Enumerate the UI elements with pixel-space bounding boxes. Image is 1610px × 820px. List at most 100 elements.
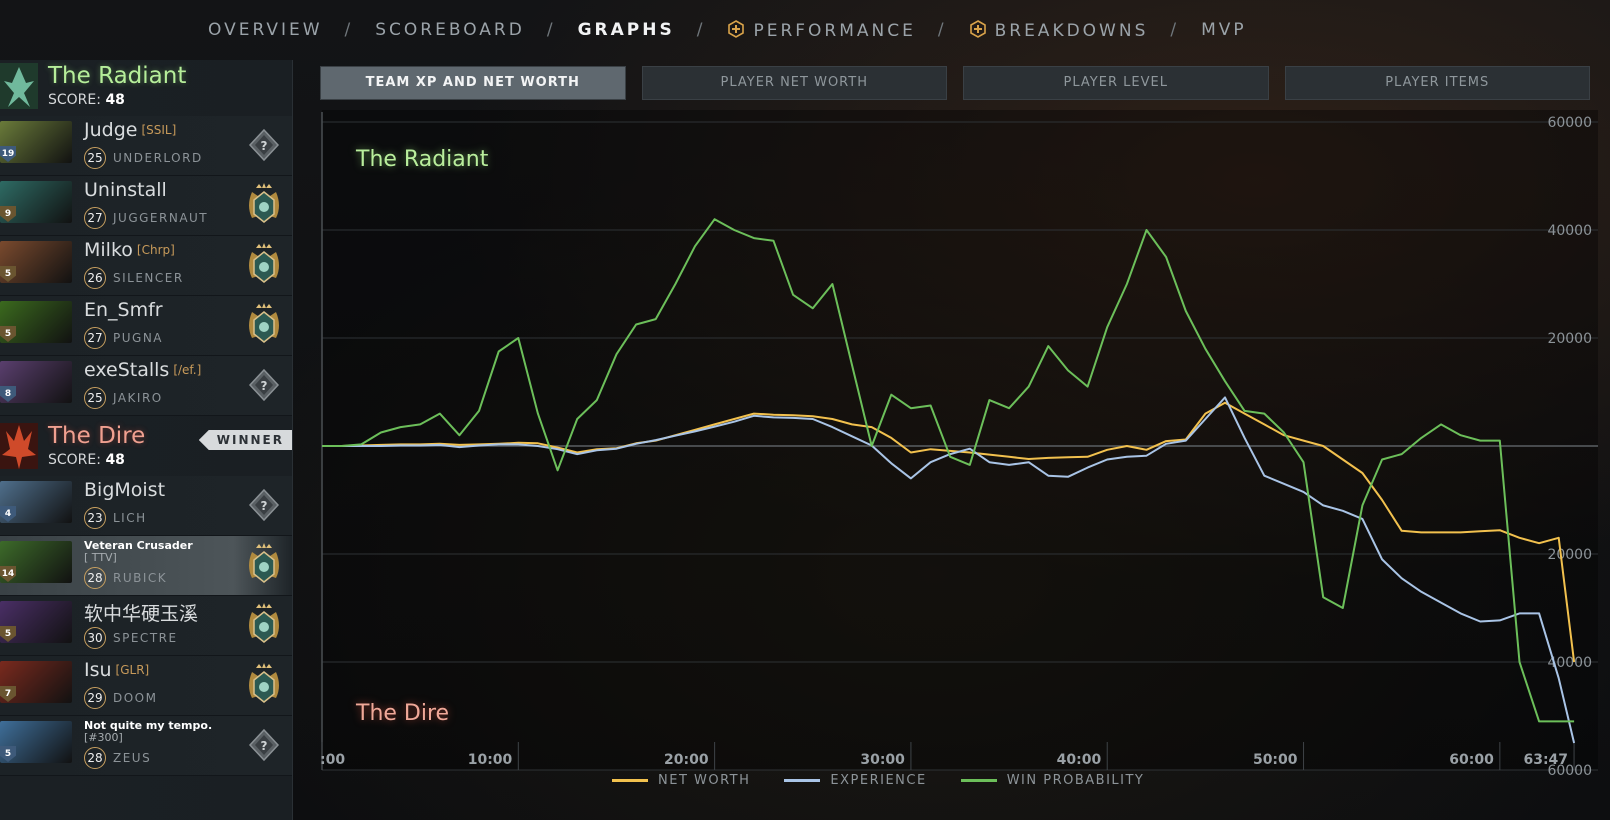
unknown-rank-icon: ? bbox=[248, 368, 280, 402]
player-row[interactable]: 5 软中华硬玉溪 30 SPECTRE bbox=[0, 596, 292, 656]
y-tick-label: 20000 bbox=[1547, 331, 1592, 347]
y-tick-label: 20000 bbox=[1547, 547, 1592, 563]
hero-name: JUGGERNAUT bbox=[113, 211, 209, 225]
radiant-header: The Radiant SCORE: 48 bbox=[0, 60, 292, 116]
immortal-rank-icon bbox=[249, 663, 279, 703]
immortal-rank-icon bbox=[249, 543, 279, 583]
nav-overview[interactable]: OVERVIEW bbox=[208, 20, 323, 40]
tab-player-net-worth[interactable]: PLAYER NET WORTH bbox=[641, 66, 947, 100]
legend-label: EXPERIENCE bbox=[830, 773, 927, 788]
hero-level: 25 bbox=[84, 147, 106, 169]
tab-player-level[interactable]: PLAYER LEVEL bbox=[963, 66, 1269, 100]
hero-name: DOOM bbox=[113, 691, 158, 705]
player-name: Veteran Crusader[ TTV] bbox=[84, 539, 193, 564]
legend-label: WIN PROBABILITY bbox=[1006, 773, 1145, 788]
legend-item: EXPERIENCE bbox=[784, 773, 926, 788]
nav-breakdowns[interactable]: BREAKDOWNS bbox=[969, 19, 1149, 41]
svg-text:?: ? bbox=[261, 499, 268, 513]
unknown-rank-icon: ? bbox=[248, 728, 280, 762]
nav-graphs[interactable]: GRAPHS bbox=[578, 20, 675, 40]
player-row[interactable]: 5 En_Smfr 27 PUGNA bbox=[0, 296, 292, 356]
nav-label: OVERVIEW bbox=[208, 20, 323, 40]
player-row[interactable]: 5 Not quite my tempo. [#300] 28 ZEUS? bbox=[0, 716, 292, 776]
hero-name: JAKIRO bbox=[113, 391, 163, 405]
player-row[interactable]: 5 Milko [Chrp] 26 SILENCER bbox=[0, 236, 292, 296]
hero-name: ZEUS bbox=[113, 751, 152, 765]
x-tick-label: 30:00 bbox=[860, 752, 905, 768]
winner-badge: WINNER bbox=[198, 430, 292, 450]
hero-level: 23 bbox=[84, 507, 106, 529]
y-tick-label: 40000 bbox=[1547, 223, 1592, 239]
hero-level: 27 bbox=[84, 327, 106, 349]
svg-text:?: ? bbox=[261, 379, 268, 393]
immortal-rank-icon bbox=[249, 183, 279, 223]
player-team-tag: [#300] bbox=[84, 731, 123, 744]
hero-level: 29 bbox=[84, 687, 106, 709]
radiant-player-list: 19 Judge [SSIL] 25 UNDERLORD? 9 Uninstall 27 JUG… bbox=[0, 116, 292, 416]
hero-level: 30 bbox=[84, 627, 106, 649]
hero-name: UNDERLORD bbox=[113, 151, 203, 165]
nav-mvp[interactable]: MVP bbox=[1201, 20, 1247, 40]
hero-name: LICH bbox=[113, 511, 147, 525]
nav-performance[interactable]: PERFORMANCE bbox=[727, 19, 915, 41]
team-advantage-chart: 600004000020000200004000060000:00 10:00 20… bbox=[320, 110, 1598, 779]
player-name: Isu [GLR] bbox=[84, 659, 150, 681]
nav-separator: / bbox=[546, 20, 556, 40]
x-tick-label: 50:00 bbox=[1253, 752, 1298, 768]
dire-team-icon bbox=[0, 423, 38, 469]
dire-header: The Dire SCORE: 48 WINNER bbox=[0, 420, 292, 476]
player-name: Milko [Chrp] bbox=[84, 239, 175, 261]
radiant-score: SCORE: 48 bbox=[48, 92, 125, 108]
chart-legend: NET WORTH EXPERIENCE WIN PROBABILITY bbox=[612, 773, 1144, 788]
y-tick-label: 60000 bbox=[1547, 115, 1592, 131]
x-tick-label: 40:00 bbox=[1057, 752, 1102, 768]
dire-player-list: 4 BigMoist 23 LICH? 14 Veteran Crusader[ TTV]… bbox=[0, 476, 292, 776]
player-name: Not quite my tempo. [#300] bbox=[84, 719, 213, 744]
dire-score: SCORE: 48 bbox=[48, 452, 125, 468]
player-row[interactable]: 7 Isu [GLR] 29 DOOM bbox=[0, 656, 292, 716]
legend-swatch bbox=[784, 779, 821, 782]
hero-level: 26 bbox=[84, 267, 106, 289]
player-row[interactable]: 8 exeStalls [/ef.] 25 JAKIRO? bbox=[0, 356, 292, 416]
player-name: Uninstall bbox=[84, 179, 167, 201]
legend-label: NET WORTH bbox=[658, 773, 751, 788]
unknown-rank-icon: ? bbox=[248, 488, 280, 522]
player-name: 软中华硬玉溪 bbox=[84, 603, 199, 625]
legend-item: NET WORTH bbox=[612, 773, 750, 788]
player-name: exeStalls [/ef.] bbox=[84, 359, 202, 381]
player-row[interactable]: 14 Veteran Crusader[ TTV] 28 RUBICK bbox=[0, 536, 292, 596]
player-row[interactable]: 9 Uninstall 27 JUGGERNAUT bbox=[0, 176, 292, 236]
tab-team-xp-and-net-worth[interactable]: TEAM XP AND NET WORTH bbox=[320, 66, 626, 100]
dire-team-name: The Dire bbox=[48, 423, 146, 449]
radiant-team-name: The Radiant bbox=[48, 63, 187, 89]
legend-swatch bbox=[960, 779, 997, 782]
player-name: BigMoist bbox=[84, 479, 166, 501]
x-tick-label: 63:47 bbox=[1523, 752, 1568, 768]
top-navigation: OVERVIEW / SCOREBOARD / GRAPHS / PERFORMANCE / B… bbox=[0, 0, 1610, 60]
dire-chart-label: The Dire bbox=[355, 701, 449, 726]
immortal-rank-icon bbox=[249, 243, 279, 283]
player-row[interactable]: 19 Judge [SSIL] 25 UNDERLORD? bbox=[0, 116, 292, 176]
immortal-rank-icon bbox=[249, 303, 279, 343]
x-tick-label: 60:00 bbox=[1449, 752, 1494, 768]
svg-text:?: ? bbox=[261, 739, 268, 753]
nav-label: MVP bbox=[1201, 20, 1247, 40]
immortal-rank-icon bbox=[249, 603, 279, 643]
player-name: Judge [SSIL] bbox=[84, 119, 177, 141]
hero-name: PUGNA bbox=[113, 331, 164, 345]
player-team-tag: [SSIL] bbox=[141, 123, 177, 137]
svg-text:?: ? bbox=[261, 139, 268, 153]
chart-plot-area bbox=[322, 110, 1598, 770]
hero-level: 25 bbox=[84, 387, 106, 409]
x-tick-label: 10:00 bbox=[468, 752, 513, 768]
tab-player-items[interactable]: PLAYER ITEMS bbox=[1284, 66, 1590, 100]
hero-name: SILENCER bbox=[113, 271, 184, 285]
player-row[interactable]: 4 BigMoist 23 LICH? bbox=[0, 476, 292, 536]
nav-scoreboard[interactable]: SCOREBOARD bbox=[375, 20, 525, 40]
player-team-tag: [GLR] bbox=[115, 663, 150, 677]
player-team-tag: [/ef.] bbox=[173, 363, 202, 377]
nav-separator: / bbox=[937, 20, 947, 40]
hero-name: SPECTRE bbox=[113, 631, 178, 645]
nav-label: BREAKDOWNS bbox=[994, 20, 1149, 41]
hero-name: RUBICK bbox=[113, 571, 168, 585]
